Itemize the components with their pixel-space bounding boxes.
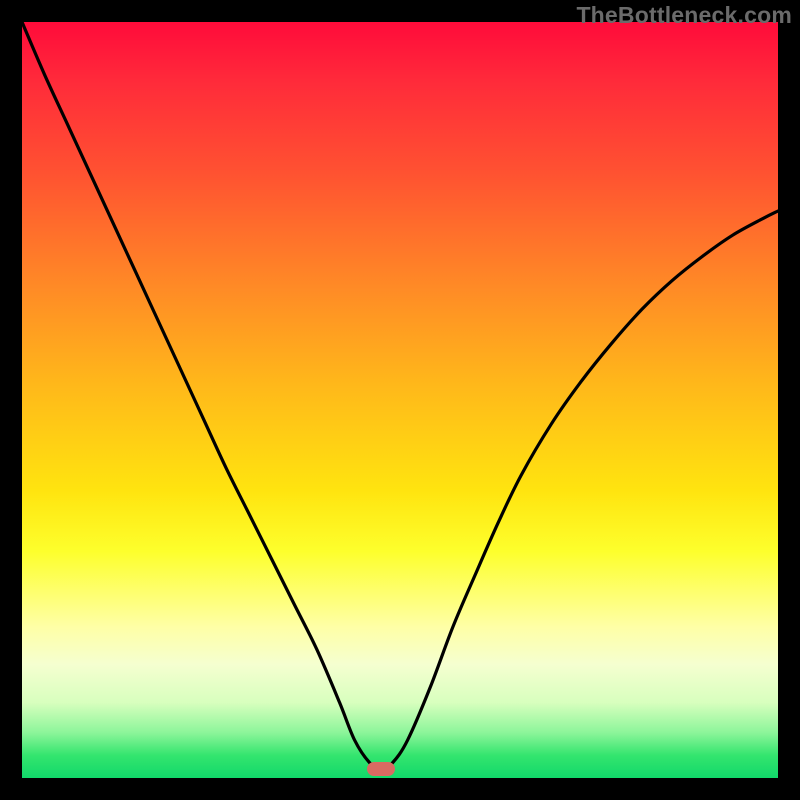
optimum-marker bbox=[367, 762, 395, 776]
watermark-text: TheBottleneck.com bbox=[576, 2, 792, 29]
bottleneck-curve bbox=[22, 22, 778, 778]
chart-container: TheBottleneck.com bbox=[0, 0, 800, 800]
plot-area bbox=[22, 22, 778, 778]
